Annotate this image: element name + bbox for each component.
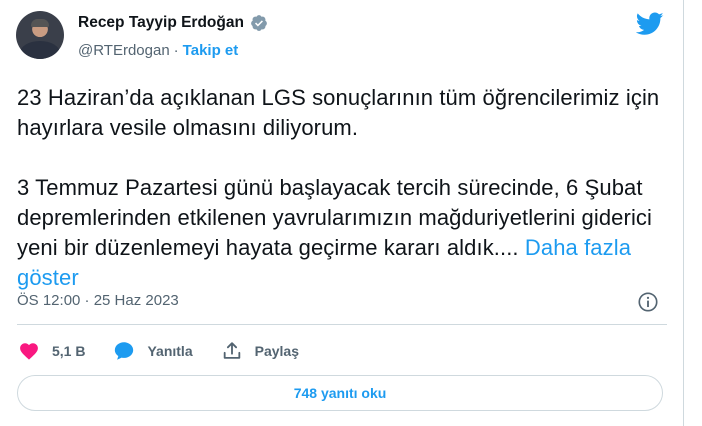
read-replies-button[interactable]: 748 yanıtı oku [17, 375, 663, 411]
info-icon[interactable] [637, 291, 659, 313]
share-icon [223, 342, 240, 359]
avatar[interactable] [16, 11, 64, 59]
handle-separator: · [173, 42, 179, 59]
avatar-hair [31, 19, 49, 27]
heart-icon [20, 343, 38, 360]
share-label: Paylaş [254, 343, 299, 359]
avatar-suit [20, 41, 60, 59]
divider [17, 324, 667, 325]
verified-badge-icon [250, 14, 268, 32]
author-name[interactable]: Recep Tayyip Erdoğan [78, 14, 244, 32]
twitter-bird-icon[interactable] [636, 12, 664, 36]
reply-button[interactable]: Yanıtla [113, 340, 193, 362]
author-handle[interactable]: @RTErdogan [78, 42, 170, 59]
tweet-paragraph-2: 3 Temmuz Pazartesi günü başlayacak terci… [17, 173, 667, 293]
reply-label: Yanıtla [147, 343, 193, 359]
reply-bubble-icon [115, 342, 134, 360]
author-name-row: Recep Tayyip Erdoğan [78, 14, 268, 32]
follow-button[interactable]: Takip et [183, 42, 239, 59]
tweet-card: Recep Tayyip Erdoğan @RTErdogan · Takip … [0, 0, 684, 426]
tweet-text: 23 Haziran’da açıklanan LGS sonuçlarının… [17, 83, 667, 293]
action-bar: 5,1 B Yanıtla Paylaş [18, 340, 327, 362]
like-button[interactable]: 5,1 B [18, 340, 85, 362]
tweet-paragraph-1: 23 Haziran’da açıklanan LGS sonuçlarının… [17, 85, 660, 140]
tweet-timestamp[interactable]: ÖS 12:00 · 25 Haz 2023 [17, 292, 179, 309]
like-count: 5,1 B [52, 343, 86, 359]
author-handle-row: @RTErdogan · Takip et [78, 42, 238, 59]
share-button[interactable]: Paylaş [221, 340, 299, 362]
